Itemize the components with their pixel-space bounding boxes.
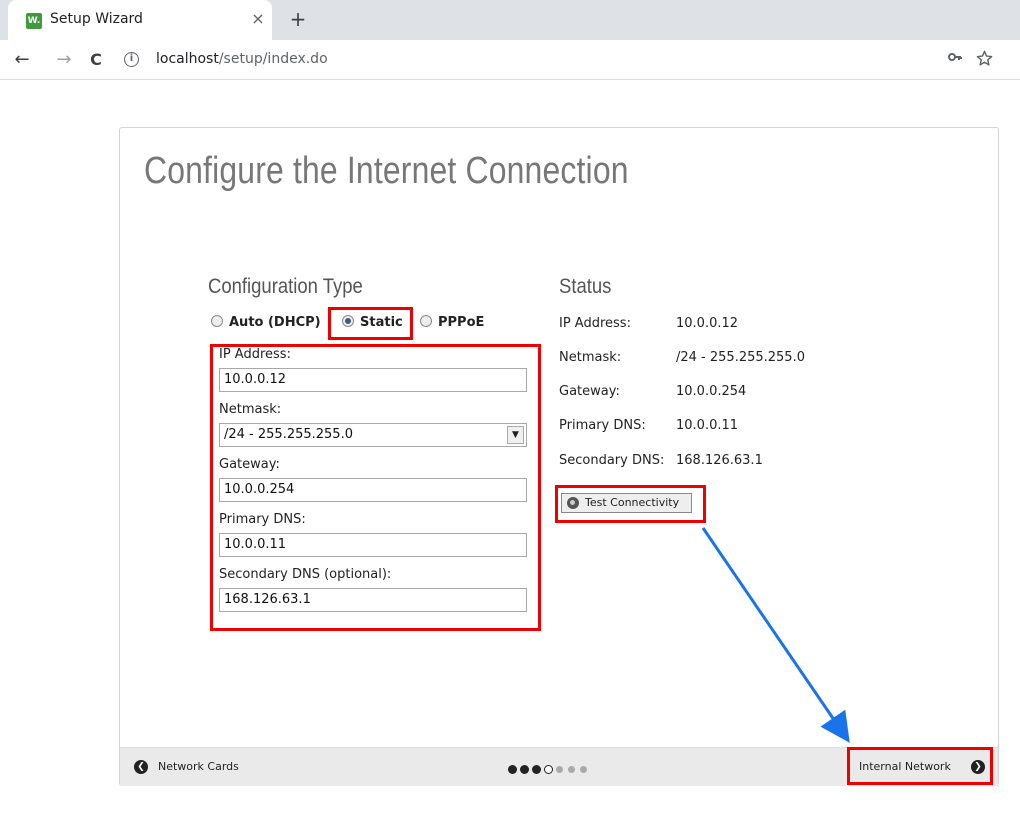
arrow-line [701,527,850,743]
annotation-arrow [701,527,850,743]
